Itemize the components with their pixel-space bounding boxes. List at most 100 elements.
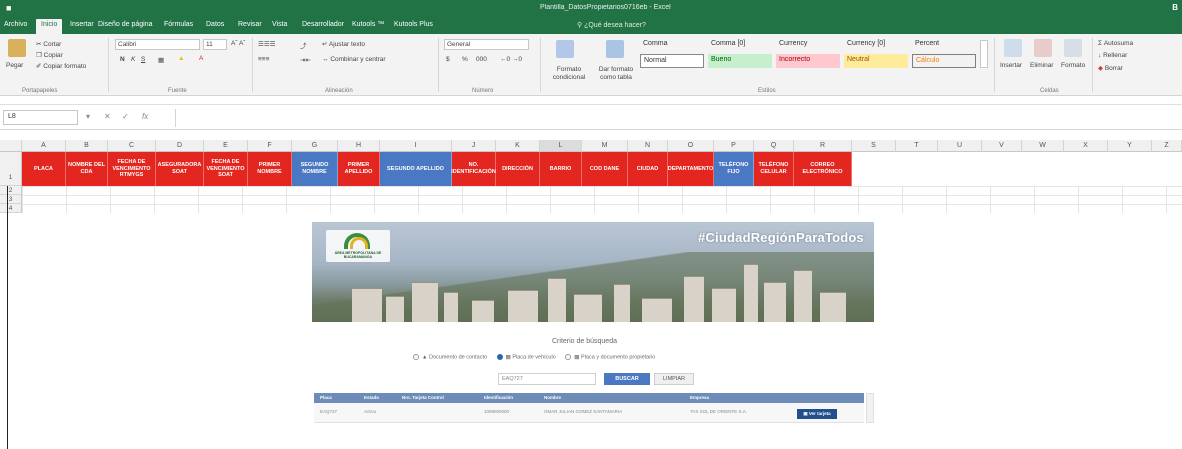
column-header[interactable]: P <box>714 140 754 152</box>
header-cell[interactable]: PRIMER NOMBRE <box>248 152 292 186</box>
style-percent[interactable]: Percent <box>912 38 976 52</box>
format-painter-button[interactable]: ✐ Copiar formato <box>36 62 86 70</box>
confirm-formula-icon[interactable]: ✓ <box>122 112 129 121</box>
align-top-icon[interactable]: ☰☰☰ <box>258 40 275 48</box>
column-header[interactable]: W <box>1022 140 1064 152</box>
column-header[interactable]: N <box>628 140 668 152</box>
font-name-select[interactable]: Calibri <box>115 39 200 50</box>
bold-button[interactable]: N <box>120 56 125 63</box>
column-header[interactable]: Y <box>1108 140 1152 152</box>
clear-button[interactable]: ◆ Borrar <box>1098 64 1123 72</box>
header-cell[interactable]: BARRIO <box>540 152 582 186</box>
style-incorrecto[interactable]: Incorrecto <box>776 54 840 68</box>
orientation-icon[interactable]: ⤴ <box>300 40 307 50</box>
row-header[interactable]: 1 <box>0 152 22 186</box>
row-header[interactable]: 3 <box>0 195 22 204</box>
header-cell[interactable]: DEPARTAMENTO <box>668 152 714 186</box>
column-header[interactable]: I <box>380 140 452 152</box>
format-cells-icon[interactable] <box>1064 39 1082 57</box>
style-neutral[interactable]: Neutral <box>844 54 908 68</box>
currency-format-button[interactable]: $ <box>446 56 450 63</box>
underline-button[interactable]: S <box>141 56 145 63</box>
header-cell[interactable]: PLACA <box>22 152 66 186</box>
column-header[interactable]: U <box>938 140 982 152</box>
decimal-icon[interactable]: ←0 →0 <box>500 56 522 63</box>
tab-vista[interactable]: Vista <box>272 21 287 28</box>
name-box[interactable]: L8 <box>3 110 78 125</box>
tab-revisar[interactable]: Revisar <box>238 21 262 28</box>
header-cell[interactable]: FECHA DE VENCIMIENTO SOAT <box>204 152 248 186</box>
header-cell[interactable]: SEGUNDO NOMBRE <box>292 152 338 186</box>
column-header[interactable]: K <box>496 140 540 152</box>
column-header[interactable]: Q <box>754 140 794 152</box>
window-control-icon[interactable]: B <box>1172 3 1178 12</box>
indent-icon[interactable]: ⇥⇤ <box>300 56 311 64</box>
tab-diseno-pagina[interactable]: Diseño de página <box>98 21 153 28</box>
header-cell[interactable]: CORREO ELECTRÓNICO <box>794 152 852 186</box>
insert-function-button[interactable]: fx <box>142 112 148 121</box>
column-header[interactable]: S <box>852 140 896 152</box>
tab-insertar[interactable]: Insertar <box>70 21 94 28</box>
tab-kutools-plus[interactable]: Kutools Plus <box>394 21 433 28</box>
tab-inicio[interactable]: Inicio <box>36 19 63 34</box>
style-comma-0[interactable]: Comma [0] <box>708 38 772 52</box>
view-card-button[interactable]: ▣ Ver tarjeta <box>797 409 837 419</box>
column-header[interactable]: E <box>204 140 248 152</box>
header-cell[interactable]: TELÉFONO CELULAR <box>754 152 794 186</box>
cut-button[interactable]: ✂ Cortar <box>36 40 61 48</box>
conditional-format-icon[interactable] <box>556 40 574 58</box>
column-header[interactable]: D <box>156 140 204 152</box>
font-color-icon[interactable]: A <box>199 55 203 62</box>
column-header[interactable]: F <box>248 140 292 152</box>
grow-font-icon[interactable]: Aˆ Aˇ <box>231 40 245 47</box>
column-header[interactable]: J <box>452 140 496 152</box>
number-format-select[interactable]: General <box>444 39 529 50</box>
header-cell[interactable]: FECHA DE VENCIMIENTO RTMYGS <box>108 152 156 186</box>
column-header[interactable]: B <box>66 140 108 152</box>
cancel-formula-icon[interactable]: ✕ <box>104 112 111 121</box>
search-button[interactable]: BUSCAR <box>604 373 650 385</box>
column-header[interactable]: G <box>292 140 338 152</box>
style-calculo[interactable]: Cálculo <box>912 54 976 68</box>
style-currency[interactable]: Currency <box>776 38 840 52</box>
copy-button[interactable]: ❐ Copiar <box>36 51 63 59</box>
column-header[interactable]: A <box>22 140 66 152</box>
column-header[interactable]: T <box>896 140 938 152</box>
radio-documento[interactable] <box>413 354 419 360</box>
thousands-format-button[interactable]: 000 <box>476 56 487 63</box>
align-left-icon[interactable]: ≡≡≡ <box>258 56 269 63</box>
paste-icon[interactable] <box>8 39 26 57</box>
column-header[interactable]: M <box>582 140 628 152</box>
radio-placa-documento[interactable] <box>565 354 572 360</box>
italic-button[interactable]: K <box>131 56 135 63</box>
fill-button[interactable]: ↓ Rellenar <box>1098 52 1127 59</box>
header-cell[interactable]: NOMBRE DEL CDA <box>66 152 108 186</box>
row-header[interactable]: 2 <box>0 186 22 195</box>
conditional-format-button[interactable]: Formato condicional <box>544 66 594 82</box>
insert-cells-button[interactable]: Insertar <box>1000 62 1022 69</box>
fill-color-icon[interactable]: ▲ <box>178 55 184 62</box>
tell-me-search[interactable]: ⚲ ¿Qué desea hacer? <box>577 21 646 29</box>
styles-gallery-scroll[interactable] <box>980 40 988 68</box>
style-normal[interactable]: Normal <box>640 54 704 68</box>
select-all-corner[interactable] <box>0 140 22 152</box>
column-header[interactable]: L <box>540 140 582 152</box>
header-cell[interactable]: ASEGURADORA SOAT <box>156 152 204 186</box>
tab-archivo[interactable]: Archivo <box>4 21 27 28</box>
format-as-table-button[interactable]: Dar formato como tabla <box>592 66 640 82</box>
format-cells-button[interactable]: Formato <box>1061 62 1085 69</box>
tab-formulas[interactable]: Fórmulas <box>164 21 193 28</box>
paste-button[interactable]: Pegar <box>6 62 23 69</box>
column-header[interactable]: H <box>338 140 380 152</box>
font-size-select[interactable]: 11 <box>203 39 227 50</box>
header-cell[interactable]: PRIMER APELLIDO <box>338 152 380 186</box>
delete-cells-button[interactable]: Eliminar <box>1030 62 1053 69</box>
percent-format-button[interactable]: % <box>462 56 468 63</box>
header-cell[interactable]: CIUDAD <box>628 152 668 186</box>
merge-center-button[interactable]: ↔ Combinar y centrar <box>322 56 386 63</box>
column-header[interactable]: V <box>982 140 1022 152</box>
style-currency-0[interactable]: Currency [0] <box>844 38 908 52</box>
wrap-text-button[interactable]: ↵ Ajustar texto <box>322 40 365 48</box>
column-header[interactable]: Z <box>1152 140 1182 152</box>
autosum-button[interactable]: Σ Autosuma <box>1098 40 1133 47</box>
